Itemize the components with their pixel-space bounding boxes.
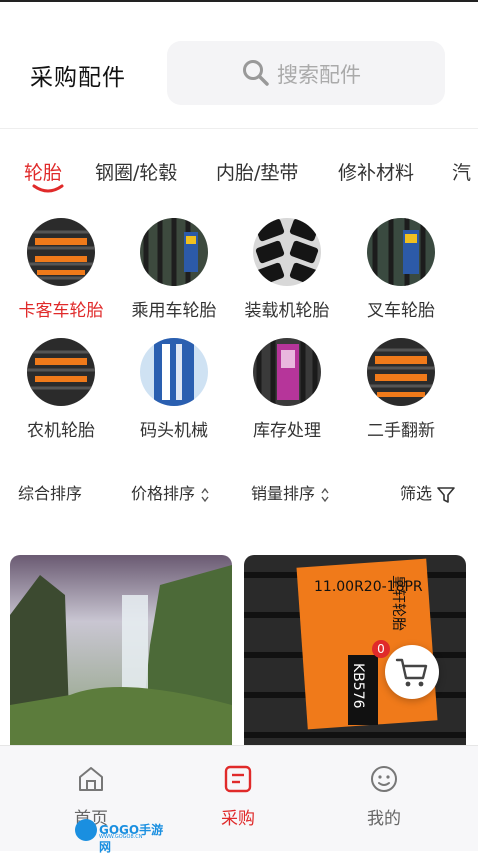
tab-tires[interactable]: 轮胎 xyxy=(24,158,62,185)
category-label: 装载机轮胎 xyxy=(244,301,330,321)
search-icon xyxy=(243,60,269,86)
search-input[interactable]: 搜索配件 xyxy=(167,41,445,105)
sort-sales-label: 销量排序 xyxy=(251,484,316,503)
tire-model-label: KB576 xyxy=(350,663,366,709)
sort-bar: 综合排序 价格排序 销量排序 筛选 xyxy=(0,470,478,510)
category-label: 二手翻新 xyxy=(367,421,435,441)
filter-label: 筛选 xyxy=(400,484,433,503)
farm-tire-image xyxy=(27,338,95,406)
bottom-tab-bar: 首页 采购 我的 xyxy=(0,745,478,851)
loader-tire-image xyxy=(253,218,321,286)
sort-arrows-icon xyxy=(321,487,329,502)
filter-icon xyxy=(437,486,455,503)
category-label: 乘用车轮胎 xyxy=(131,301,217,321)
page-title: 采购配件 xyxy=(30,65,126,91)
watermark-logo: GOGO手游网 WWW.GOGO8.CN xyxy=(75,819,167,854)
category-label: 库存处理 xyxy=(253,421,321,441)
category-label: 卡客车轮胎 xyxy=(18,301,104,321)
search-placeholder: 搜索配件 xyxy=(277,63,361,87)
category-stock-clearance[interactable]: 库存处理 xyxy=(232,338,342,441)
forklift-tire-image xyxy=(367,218,435,286)
sort-sales[interactable]: 销量排序 xyxy=(251,480,330,504)
tab-rims[interactable]: 钢圈/轮毂 xyxy=(95,158,177,185)
cart-button[interactable]: 0 xyxy=(372,640,439,699)
filter-button[interactable]: 筛选 xyxy=(400,480,455,504)
watermark-badge-icon xyxy=(75,819,97,841)
category-truck-tire[interactable]: 卡客车轮胎 xyxy=(6,218,116,321)
tab-more[interactable]: 汽 xyxy=(452,158,471,185)
waterfall-landscape-image xyxy=(10,555,232,745)
category-tabs: 轮胎 钢圈/轮毂 内胎/垫带 修补材料 汽 xyxy=(0,150,478,200)
stock-clearance-image xyxy=(253,338,321,406)
category-retread-tire[interactable]: 二手翻新 xyxy=(346,338,456,441)
divider xyxy=(0,128,478,129)
category-label: 码头机械 xyxy=(140,421,208,441)
cart-icon xyxy=(395,658,428,687)
home-icon xyxy=(79,767,103,791)
tab-inner-tubes[interactable]: 内胎/垫带 xyxy=(216,158,298,185)
tabbar-item-purchase[interactable]: 采购 xyxy=(188,764,288,829)
profile-icon xyxy=(371,766,397,792)
product-card[interactable] xyxy=(10,555,232,745)
tab-repair-materials[interactable]: 修补材料 xyxy=(338,158,414,185)
category-car-tire[interactable]: 乘用车轮胎 xyxy=(119,218,229,321)
truck-tire-image xyxy=(27,218,95,286)
category-label: 农机轮胎 xyxy=(27,421,95,441)
tabbar-item-profile[interactable]: 我的 xyxy=(334,764,434,829)
sort-price[interactable]: 价格排序 xyxy=(131,480,210,504)
sort-overall[interactable]: 综合排序 xyxy=(18,480,82,504)
category-port-machinery[interactable]: 码头机械 xyxy=(119,338,229,441)
category-label: 叉车轮胎 xyxy=(367,301,435,321)
port-machinery-image xyxy=(140,338,208,406)
watermark-url: WWW.GOGO8.CN xyxy=(99,834,143,840)
sort-arrows-icon xyxy=(201,487,209,502)
category-farm-tire[interactable]: 农机轮胎 xyxy=(6,338,116,441)
tabbar-label: 我的 xyxy=(367,809,401,829)
category-loader-tire[interactable]: 装载机轮胎 xyxy=(232,218,342,321)
header: 采购配件 搜索配件 xyxy=(0,30,478,120)
cart-count-badge: 0 xyxy=(372,640,390,658)
car-tire-image xyxy=(140,218,208,286)
tab-active-indicator xyxy=(32,184,64,193)
category-forklift-tire[interactable]: 叉车轮胎 xyxy=(346,218,456,321)
status-bar xyxy=(0,0,478,2)
purchase-icon xyxy=(224,765,252,793)
sort-price-label: 价格排序 xyxy=(131,484,196,503)
tabbar-label: 采购 xyxy=(221,809,255,829)
retread-tire-image xyxy=(367,338,435,406)
tire-brand-label: 皇轩轮胎 xyxy=(390,575,406,631)
